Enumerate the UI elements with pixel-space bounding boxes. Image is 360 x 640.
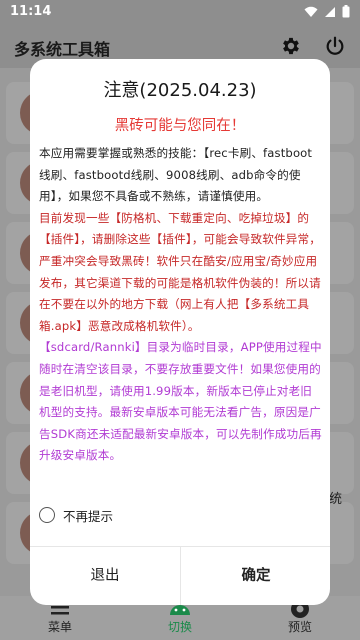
status-bar: 11:14 bbox=[0, 0, 360, 26]
dont-show-again-label: 不再提示 bbox=[63, 508, 114, 524]
gear-icon[interactable] bbox=[280, 35, 302, 57]
dialog-actions: 退出 确定 bbox=[30, 546, 330, 605]
card-label-fragment: 统 bbox=[328, 492, 342, 507]
app-title: 多系统工具箱 bbox=[14, 40, 111, 59]
signal-icon bbox=[325, 6, 335, 17]
confirm-button[interactable]: 确定 bbox=[180, 547, 330, 605]
nav-label-menu: 菜单 bbox=[47, 620, 72, 634]
info-paragraph: 【sdcard/Rannki】目录为临时目录，APP使用过程中随时在清空该目录，… bbox=[39, 340, 322, 463]
status-icons bbox=[304, 5, 350, 18]
dialog-title: 注意(2025.04.23) bbox=[103, 80, 257, 101]
dialog-subtitle: 黑砖可能与您同在！ bbox=[114, 118, 246, 134]
status-time: 11:14 bbox=[10, 4, 52, 19]
power-icon[interactable] bbox=[324, 35, 346, 57]
exit-button[interactable]: 退出 bbox=[30, 547, 180, 605]
dialog-body: 本应用需要掌握或熟悉的技能：【rec卡刷、fastboot线刷、fastboot… bbox=[39, 143, 322, 467]
dont-show-again-row[interactable]: 不再提示 bbox=[39, 505, 113, 525]
wifi-icon bbox=[304, 6, 318, 17]
battery-icon bbox=[342, 5, 350, 18]
skills-paragraph: 本应用需要掌握或熟悉的技能：【rec卡刷、fastboot线刷、fastboot… bbox=[39, 146, 313, 204]
nav-label-preview: 预览 bbox=[287, 620, 312, 634]
nav-label-switch: 切换 bbox=[167, 620, 192, 634]
warning-paragraph: 目前发现一些【防格机、下载重定向、吃掉垃圾】的【插件】，请删除这些【插件】，可能… bbox=[39, 210, 321, 333]
dont-show-again-checkbox[interactable] bbox=[39, 507, 55, 523]
notice-dialog: 注意(2025.04.23) 黑砖可能与您同在！ 本应用需要掌握或熟悉的技能：【… bbox=[30, 59, 330, 605]
